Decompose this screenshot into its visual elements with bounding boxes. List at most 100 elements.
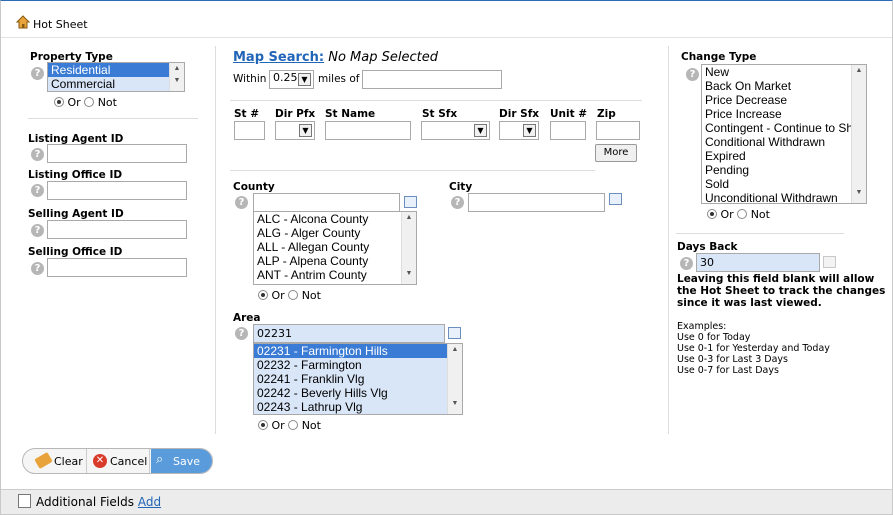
cancel-button[interactable]: ✕ Cancel [88, 449, 150, 473]
footer-row: Additional Fields Add [36, 495, 161, 509]
dir-sfx-select[interactable]: ▼ [499, 121, 539, 140]
selling-agent-input[interactable] [47, 220, 187, 239]
help-icon[interactable]: ? [31, 148, 44, 161]
area-input[interactable] [253, 324, 445, 343]
county-input[interactable] [253, 193, 400, 212]
or-radio[interactable] [258, 290, 268, 300]
area-option[interactable]: 02242 - Beverly Hills Vlg [254, 386, 462, 400]
change-type-list[interactable]: New Back On Market Price Decrease Price … [701, 64, 867, 204]
divider [215, 46, 216, 434]
change-or-not: Or Not [707, 208, 770, 221]
property-or-not: Or Not [54, 96, 117, 109]
more-button[interactable]: More [595, 144, 637, 162]
area-option[interactable]: 02243 - Lathrup Vlg [254, 400, 462, 414]
scrollbar[interactable]: ▲ ▼ [851, 65, 866, 203]
county-option[interactable]: ALG - Alger County [254, 226, 416, 240]
change-type-option[interactable]: Back On Market [702, 79, 866, 93]
scrollbar[interactable]: ▲ ▼ [401, 212, 416, 284]
help-icon[interactable]: ? [31, 184, 44, 197]
dir-sfx-label: Dir Sfx [499, 108, 540, 120]
help-icon[interactable]: ? [686, 68, 699, 81]
chevron-down-icon: ▼ [474, 124, 487, 137]
scrollbar[interactable]: ▲ ▼ [447, 344, 462, 414]
lookup-icon[interactable] [448, 327, 461, 339]
days-back-note: Leaving this field blank will allow the … [677, 273, 886, 309]
property-option[interactable]: Residential [48, 63, 184, 77]
listing-agent-input[interactable] [47, 144, 187, 163]
not-radio[interactable] [288, 290, 299, 300]
area-option[interactable]: 02231 - Farmington Hills [254, 344, 462, 358]
county-list[interactable]: ALC - Alcona County ALG - Alger County A… [253, 211, 417, 285]
change-type-option[interactable]: Expired [702, 149, 866, 163]
title-bar [1, 11, 892, 38]
st-name-input[interactable] [325, 121, 411, 140]
help-icon[interactable]: ? [680, 257, 693, 270]
map-search-link[interactable]: Map Search: [233, 50, 324, 65]
save-button[interactable]: ⌕ Save [151, 449, 212, 473]
add-link[interactable]: Add [138, 495, 161, 509]
help-icon[interactable]: ? [451, 196, 464, 209]
property-option[interactable]: Commercial [48, 77, 184, 91]
action-bar: Clear ✕ Cancel ⌕ Save [22, 448, 213, 474]
or-radio[interactable] [707, 209, 717, 219]
calendar-icon[interactable] [823, 256, 836, 268]
change-type-option[interactable]: Contingent - Continue to Sh [702, 121, 866, 135]
county-option[interactable]: ANT - Antrim County [254, 268, 416, 282]
change-type-option[interactable]: Conditional Withdrawn [702, 135, 866, 149]
not-radio[interactable] [288, 420, 299, 430]
change-type-option[interactable]: Unconditional Withdrawn [702, 191, 866, 203]
county-option[interactable]: ALP - Alpena County [254, 254, 416, 268]
dir-pfx-select[interactable]: ▼ [275, 121, 315, 140]
unit-input[interactable] [550, 121, 586, 140]
help-icon[interactable]: ? [235, 196, 248, 209]
within-select[interactable]: 0.25 ▼ [269, 70, 314, 89]
days-back-input[interactable] [696, 253, 820, 272]
dir-pfx-label: Dir Pfx [275, 108, 316, 120]
area-option[interactable]: 02232 - Farmington [254, 358, 462, 372]
not-radio[interactable] [84, 97, 95, 107]
not-radio[interactable] [737, 209, 748, 219]
listing-office-input[interactable] [47, 181, 187, 200]
help-icon[interactable]: ? [31, 224, 44, 237]
selling-office-input[interactable] [47, 258, 187, 277]
example-line: Use 0-3 for Last 3 Days [677, 354, 788, 365]
help-icon[interactable]: ? [31, 67, 44, 80]
divider [28, 118, 198, 119]
county-option[interactable]: ALC - Alcona County [254, 212, 416, 226]
change-type-option[interactable]: New [702, 65, 866, 79]
clear-button[interactable]: Clear [23, 449, 87, 473]
change-type-option[interactable]: Pending [702, 163, 866, 177]
days-back-label: Days Back [677, 241, 738, 253]
example-line: Use 0-7 for Last Days [677, 365, 779, 376]
example-line: Use 0 for Today [677, 332, 751, 343]
change-type-label: Change Type [681, 51, 757, 63]
county-label: County [233, 181, 275, 193]
st-sfx-select[interactable]: ▼ [421, 121, 490, 140]
window-title: Hot Sheet [33, 18, 88, 31]
st-name-label: St Name [325, 108, 376, 120]
or-radio[interactable] [54, 97, 64, 107]
miles-input[interactable] [362, 70, 502, 89]
lookup-icon[interactable] [609, 193, 622, 205]
close-icon: ✕ [93, 454, 107, 468]
property-type-list[interactable]: Residential Commercial ▲ ▼ [47, 62, 185, 92]
lookup-icon[interactable] [404, 196, 417, 208]
help-icon[interactable]: ? [235, 327, 248, 340]
change-type-option[interactable]: Sold [702, 177, 866, 191]
city-input[interactable] [468, 193, 605, 212]
or-radio[interactable] [258, 420, 268, 430]
st-sfx-label: St Sfx [422, 108, 458, 120]
divider [230, 170, 595, 171]
change-type-option[interactable]: Price Increase [702, 107, 866, 121]
county-option[interactable]: ALL - Allegan County [254, 240, 416, 254]
city-label: City [449, 181, 473, 193]
st-num-input[interactable] [234, 121, 265, 140]
zip-input[interactable] [596, 121, 640, 140]
help-icon[interactable]: ? [31, 262, 44, 275]
area-option[interactable]: 02241 - Franklin Vlg [254, 372, 462, 386]
change-type-option[interactable]: Price Decrease [702, 93, 866, 107]
home-icon [16, 15, 30, 29]
additional-fields-label: Additional Fields [36, 495, 135, 509]
area-list[interactable]: 02231 - Farmington Hills 02232 - Farming… [253, 343, 463, 415]
scrollbar[interactable]: ▲ ▼ [169, 63, 184, 91]
